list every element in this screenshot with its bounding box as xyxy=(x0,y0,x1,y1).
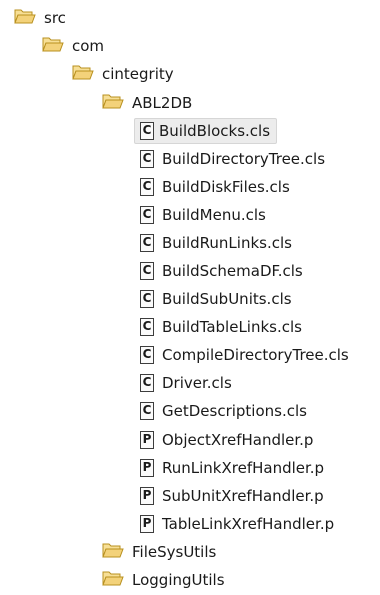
tree-file-buildschemadf[interactable]: C BuildSchemaDF.cls xyxy=(140,259,303,283)
class-file-icon: C xyxy=(140,290,154,308)
tree-file-label: GetDescriptions.cls xyxy=(162,402,307,420)
tree-file-label: BuildDiskFiles.cls xyxy=(162,178,290,196)
tree-node-com[interactable]: com xyxy=(42,34,104,58)
class-file-icon: C xyxy=(140,346,154,364)
tree-node-loggingutils[interactable]: LoggingUtils xyxy=(102,568,225,592)
class-file-icon: C xyxy=(140,374,154,392)
tree-file-label: ObjectXrefHandler.p xyxy=(162,431,314,449)
tree-node-label: ABL2DB xyxy=(132,94,193,112)
class-file-icon: C xyxy=(140,122,154,140)
tree-file-tablelinkxrefhandler[interactable]: P TableLinkXrefHandler.p xyxy=(140,512,334,536)
tree-node-label: cintegrity xyxy=(102,65,174,83)
tree-file-label: TableLinkXrefHandler.p xyxy=(162,515,335,533)
tree-node-abl2db[interactable]: ABL2DB xyxy=(102,91,192,115)
tree-file-subunitxrefhandler[interactable]: P SubUnitXrefHandler.p xyxy=(140,484,324,508)
tree-node-cintegrity[interactable]: cintegrity xyxy=(72,62,174,86)
class-file-icon: C xyxy=(140,262,154,280)
tree-node-label: FileSysUtils xyxy=(132,543,217,561)
tree-file-label: CompileDirectoryTree.cls xyxy=(162,346,349,364)
tree-file-compiledirectorytree[interactable]: C CompileDirectoryTree.cls xyxy=(140,343,349,367)
project-tree: src com cintegrity ABL2DB C BuildBlocks.… xyxy=(0,0,380,595)
tree-file-buildsubunits[interactable]: C BuildSubUnits.cls xyxy=(140,287,292,311)
class-file-icon: C xyxy=(140,234,154,252)
tree-file-runlinkxrefhandler[interactable]: P RunLinkXrefHandler.p xyxy=(140,456,324,480)
tree-node-label: src xyxy=(44,9,66,27)
open-folder-icon xyxy=(102,569,124,591)
open-folder-icon xyxy=(42,35,64,57)
tree-node-label: com xyxy=(72,37,105,55)
tree-file-label: BuildSubUnits.cls xyxy=(162,290,292,308)
class-file-icon: C xyxy=(140,178,154,196)
tree-file-buildblocks[interactable]: C BuildBlocks.cls xyxy=(134,118,278,144)
procedure-file-icon: P xyxy=(140,515,154,533)
class-file-icon: C xyxy=(140,150,154,168)
tree-file-objectxrefhandler[interactable]: P ObjectXrefHandler.p xyxy=(140,428,313,452)
tree-file-label: Driver.cls xyxy=(162,374,232,392)
tree-file-label: BuildRunLinks.cls xyxy=(162,234,292,252)
procedure-file-icon: P xyxy=(140,431,154,449)
open-folder-icon xyxy=(102,92,124,114)
tree-file-label: BuildBlocks.cls xyxy=(134,118,278,144)
tree-file-driver[interactable]: C Driver.cls xyxy=(140,371,232,395)
procedure-file-icon: P xyxy=(140,459,154,477)
tree-file-buildtablelinks[interactable]: C BuildTableLinks.cls xyxy=(140,315,302,339)
tree-file-label: BuildTableLinks.cls xyxy=(162,318,302,336)
tree-file-buildrunlinks[interactable]: C BuildRunLinks.cls xyxy=(140,231,292,255)
tree-file-label: BuildMenu.cls xyxy=(162,206,266,224)
class-file-icon: C xyxy=(140,318,154,336)
open-folder-icon xyxy=(72,63,94,85)
tree-file-label: RunLinkXrefHandler.p xyxy=(162,459,325,477)
tree-file-builddirectorytree[interactable]: C BuildDirectoryTree.cls xyxy=(140,147,325,171)
tree-file-getdescriptions[interactable]: C GetDescriptions.cls xyxy=(140,399,307,423)
tree-file-buildmenu[interactable]: C BuildMenu.cls xyxy=(140,203,266,227)
tree-file-label: BuildDirectoryTree.cls xyxy=(162,150,326,168)
tree-node-filesysutils[interactable]: FileSysUtils xyxy=(102,540,216,564)
tree-file-label: BuildSchemaDF.cls xyxy=(162,262,303,280)
tree-file-builddiskfiles[interactable]: C BuildDiskFiles.cls xyxy=(140,175,290,199)
class-file-icon: C xyxy=(140,206,154,224)
procedure-file-icon: P xyxy=(140,487,154,505)
tree-node-label: LoggingUtils xyxy=(132,571,225,589)
tree-node-src[interactable]: src xyxy=(14,6,66,30)
open-folder-icon xyxy=(14,7,36,29)
tree-file-label: SubUnitXrefHandler.p xyxy=(162,487,324,505)
open-folder-icon xyxy=(102,541,124,563)
class-file-icon: C xyxy=(140,402,154,420)
